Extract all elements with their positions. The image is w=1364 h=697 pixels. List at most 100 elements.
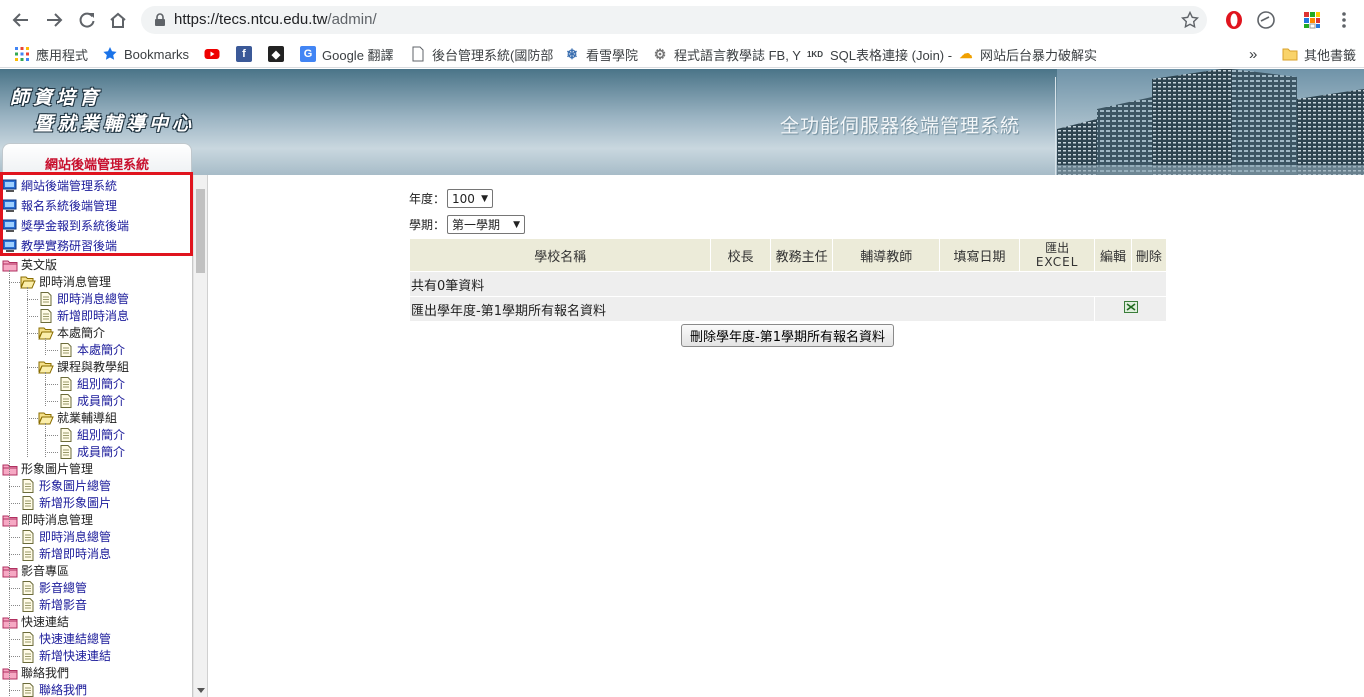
tree-node-label[interactable]: 本處簡介 [77,341,125,358]
bookmark-facebook[interactable]: f [236,44,252,64]
tree-node[interactable]: 快速連結 [2,613,69,630]
tree-connector [9,537,20,538]
tree-node[interactable]: 即時消息管理 [20,273,111,290]
sidebar-scrollbar[interactable] [193,175,207,697]
col-delete: 刪除 [1131,239,1166,271]
bookmark-google-translate[interactable]: G Google 翻譯 [300,44,394,64]
records-table: 學校名稱 校長 教務主任 輔導教師 填寫日期 匯出 EXCEL 編輯 刪除 共有0… [409,238,1167,322]
sidebar-top-link[interactable]: 獎學金報到系統後端 [2,217,129,234]
tree-node[interactable]: 即時消息總管 [38,290,129,307]
tree-node[interactable]: 影音總管 [20,579,87,596]
tree-node-label[interactable]: 成員簡介 [77,443,125,460]
tree-node[interactable]: 形象圖片總管 [20,477,111,494]
tree-connector [27,333,38,334]
tree-node[interactable]: 組別簡介 [58,426,125,443]
lock-icon [155,13,165,26]
rubik-cube-icon[interactable] [1302,10,1322,30]
excel-icon[interactable] [1123,301,1138,313]
delete-all-records-button[interactable]: 刪除學年度-第1學期所有報名資料 [681,324,894,347]
bookmark-label: 网站后台暴力破解实 [980,47,1098,63]
tree-node-label[interactable]: 快速連結總管 [39,630,111,647]
tree-node-label[interactable]: 影音總管 [39,579,87,596]
sidebar-top-link[interactable]: 網站後端管理系統 [2,177,117,194]
tree-node[interactable]: 影音專區 [2,562,69,579]
tree-node-label: 即時消息管理 [39,275,112,289]
bookmark-bookmarks[interactable]: Bookmarks [102,44,189,64]
bookmark-star-icon[interactable] [1181,11,1199,29]
tree-node[interactable]: 英文版 [2,256,57,273]
tree-node-label[interactable]: 聯絡我們 [39,681,87,697]
tree-node[interactable]: 快速連結總管 [20,630,111,647]
opera-icon[interactable] [1224,10,1244,30]
tree-node-label[interactable]: 組別簡介 [77,426,125,443]
bookmark-label: 看雪學院 [586,47,639,63]
tree-node[interactable]: 本處簡介 [58,341,125,358]
bookmark-sql-join[interactable]: 1KD SQL表格連接 (Join) - [806,44,952,64]
tree-node-label[interactable]: 即時消息總管 [39,528,111,545]
tree-node[interactable]: 即時消息管理 [2,511,93,528]
sidebar-top-link[interactable]: 教學實務研習後端 [2,237,117,254]
tree-node[interactable]: 聯絡我們 [2,664,69,681]
tree-node[interactable]: 課程與教學組 [38,358,129,375]
tree-node-label[interactable]: 形象圖片總管 [39,477,111,494]
tree-node-label[interactable]: 新增影音 [39,596,87,613]
buildings-photo [1057,69,1364,175]
system-title: 全功能伺服器後端管理系統 [780,115,1021,137]
year-select[interactable]: 100 ▼ [447,189,494,208]
tree-node[interactable]: 即時消息總管 [20,528,111,545]
home-icon[interactable] [106,8,130,32]
sidebar-top-link-label[interactable]: 報名系統後端管理 [21,197,117,214]
term-select[interactable]: 第一學期 ▼ [447,215,526,234]
scrollbar-thumb[interactable] [196,189,205,273]
tree-node-label[interactable]: 新增即時消息 [57,307,129,324]
bookmark-brute-force[interactable]: ☁ 网站后台暴力破解实 [958,44,1098,64]
bookmark-other[interactable]: 其他書籤 [1282,44,1356,64]
tree-node[interactable]: 成員簡介 [58,443,125,460]
sidebar-top-link-label[interactable]: 教學實務研習後端 [21,237,117,254]
tree-node[interactable]: 新增快速連結 [20,647,111,664]
scroll-down-arrow-icon[interactable] [197,688,205,693]
document-icon [20,682,36,697]
bookmark-apps[interactable]: 應用程式 [14,44,88,64]
bookmark-codepen[interactable]: ◆ [268,44,284,64]
sidebar-top-link-label[interactable]: 獎學金報到系統後端 [21,217,129,234]
year-value: 100 [452,191,475,206]
folder-icon [2,615,18,629]
tree-node-label[interactable]: 新增快速連結 [39,647,111,664]
tree-node[interactable]: 就業輔導組 [38,409,117,426]
bookmark-programming[interactable]: ⚙ 程式語言教學誌 FB, Y [652,44,801,64]
tree-node[interactable]: 本處簡介 [38,324,105,341]
sidebar-top-link-label[interactable]: 網站後端管理系統 [21,177,117,194]
back-arrow-icon[interactable] [9,8,33,32]
tree-node[interactable]: 聯絡我們 [20,681,87,697]
export-excel-cell [1095,297,1166,321]
tree-node[interactable]: 新增形象圖片 [20,494,111,511]
kebab-menu-icon[interactable] [1334,10,1354,30]
monitor-icon [2,199,18,213]
record-count: 共有0筆資料 [410,272,1166,296]
tree-node-label[interactable]: 成員簡介 [77,392,125,409]
tree-node-label[interactable]: 新增即時消息 [39,545,111,562]
bookmarks-overflow-chevron[interactable]: » [1249,44,1257,64]
tree-node[interactable]: 組別簡介 [58,375,125,392]
forward-arrow-icon[interactable] [42,8,66,32]
folder-icon [1282,46,1298,62]
tree-node-label: 課程與教學組 [57,360,130,374]
tree-node[interactable]: 成員簡介 [58,392,125,409]
sidebar-top-link[interactable]: 報名系統後端管理 [2,197,117,214]
tree-node-label[interactable]: 新增形象圖片 [39,494,111,511]
address-bar[interactable]: https://tecs.ntcu.edu.tw/admin/ [141,6,1207,34]
tree-node[interactable]: 新增即時消息 [38,307,129,324]
tree-node[interactable]: 新增即時消息 [20,545,111,562]
bookmark-kanxue[interactable]: ❄ 看雪學院 [564,44,638,64]
reload-icon[interactable] [75,8,99,32]
extension-icon[interactable] [1256,10,1276,30]
tree-node[interactable]: 新增影音 [20,596,87,613]
bookmark-admin-system[interactable]: 後台管理系統(國防部 [410,44,553,64]
tree-node-label[interactable]: 組別簡介 [77,375,125,392]
bookmark-youtube[interactable] [204,44,220,64]
tree-node[interactable]: 形象圖片管理 [2,460,93,477]
term-row: 學期： 第一學期 ▼ [409,215,526,234]
tree-node-label[interactable]: 即時消息總管 [57,290,129,307]
col-edit: 編輯 [1095,239,1131,271]
